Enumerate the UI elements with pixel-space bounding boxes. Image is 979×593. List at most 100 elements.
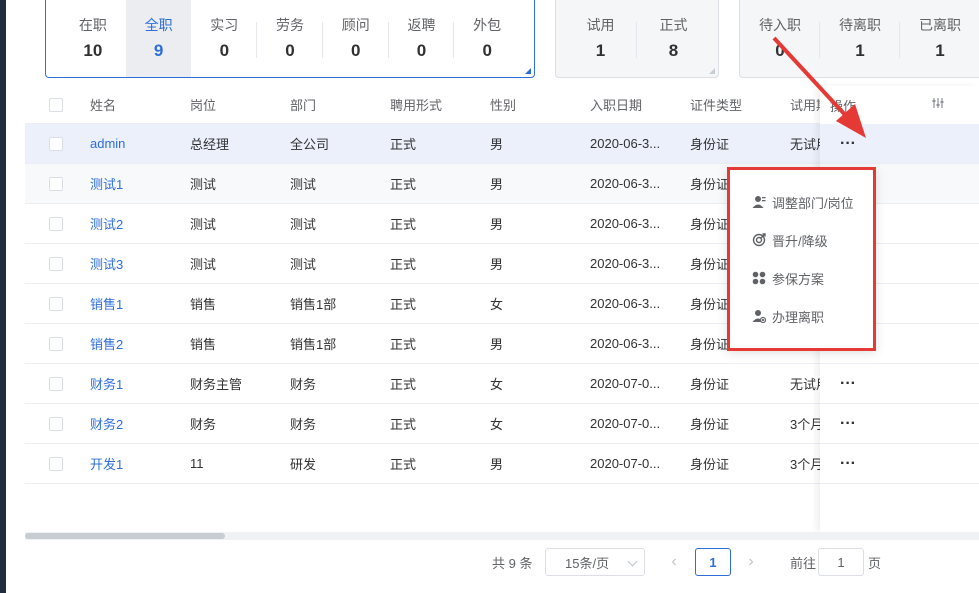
chevron-down-icon xyxy=(627,556,638,567)
stat-label: 全职 xyxy=(144,17,173,33)
page-number-button[interactable]: 1 xyxy=(695,548,731,576)
cell-join-date: 2020-06-3... xyxy=(590,216,661,231)
stat-label: 外包 xyxy=(473,17,502,33)
row-checkbox[interactable] xyxy=(49,136,63,151)
corner-marker-icon xyxy=(709,68,715,74)
menu-item-promote[interactable]: 晋升/降级 xyxy=(752,230,828,250)
scrollbar-thumb[interactable] xyxy=(25,533,225,539)
stat-value: 8 xyxy=(668,41,679,60)
header-employment[interactable]: 聘用形式 xyxy=(390,86,442,123)
row-checkbox[interactable] xyxy=(49,256,63,271)
cell-gender: 男 xyxy=(490,337,504,352)
more-actions-button[interactable]: ··· xyxy=(840,376,856,392)
stat-trial[interactable]: 试用 1 xyxy=(564,0,637,77)
header-name[interactable]: 姓名 xyxy=(90,86,116,123)
stat-value: 0 xyxy=(775,41,785,60)
cell-position: 测试 xyxy=(190,257,217,272)
insurance-plan-icon xyxy=(752,271,766,285)
cell-position: 总经理 xyxy=(190,137,230,152)
stat-full-time[interactable]: 全职 9 xyxy=(125,0,192,77)
header-join-date[interactable]: 入职日期 xyxy=(590,86,670,123)
cell-gender: 男 xyxy=(490,137,504,152)
header-position[interactable]: 岗位 xyxy=(190,86,216,123)
stat-rehired[interactable]: 返聘 0 xyxy=(389,0,455,77)
stat-intern[interactable]: 实习 0 xyxy=(191,0,258,77)
stat-value: 10 xyxy=(83,41,103,60)
cell-name[interactable]: 财务1 xyxy=(90,364,123,403)
stat-value: 1 xyxy=(595,41,606,60)
action-cell: ··· xyxy=(820,404,979,444)
stat-pending-leave[interactable]: 待离职 1 xyxy=(820,0,900,77)
row-checkbox[interactable] xyxy=(49,416,63,431)
more-actions-button[interactable]: ··· xyxy=(840,456,856,472)
row-checkbox[interactable] xyxy=(49,296,63,311)
prev-page-button[interactable]: ‹ xyxy=(660,548,688,576)
cell-employment: 正式 xyxy=(390,417,417,432)
cell-name[interactable]: 销售2 xyxy=(90,324,123,363)
action-cell: ··· xyxy=(820,124,979,164)
header-department[interactable]: 部门 xyxy=(290,86,316,123)
cell-name[interactable]: 财务2 xyxy=(90,404,123,443)
cell-name[interactable]: 测试3 xyxy=(90,244,123,283)
menu-item-adjust-department[interactable]: 调整部门/岗位 xyxy=(752,192,854,212)
row-checkbox[interactable] xyxy=(49,336,63,351)
row-checkbox[interactable] xyxy=(49,456,63,471)
cell-join-date: 2020-06-3... xyxy=(590,256,661,271)
row-checkbox[interactable] xyxy=(49,376,63,391)
cell-id-type: 身份证 xyxy=(690,217,730,232)
header-gender[interactable]: 性别 xyxy=(490,86,516,123)
stat-value: 0 xyxy=(285,41,295,60)
probation-status-filter: 试用 1 正式 8 xyxy=(555,0,719,78)
page-size-select[interactable]: 15条/页 xyxy=(545,548,645,576)
corner-marker-icon xyxy=(525,68,531,74)
cell-id-type: 身份证 xyxy=(690,257,730,272)
cell-position: 销售 xyxy=(190,337,217,352)
goto-page-input[interactable] xyxy=(818,548,864,576)
stat-label: 待离职 xyxy=(839,17,881,33)
stat-label: 实习 xyxy=(210,17,239,33)
stat-labor[interactable]: 劳务 0 xyxy=(257,0,323,77)
cell-position: 测试 xyxy=(190,177,217,192)
cell-name[interactable]: 销售1 xyxy=(90,284,123,323)
cell-department: 销售1部 xyxy=(290,337,337,352)
stat-label: 试用 xyxy=(586,17,615,33)
stat-label: 正式 xyxy=(659,17,688,33)
more-actions-button[interactable]: ··· xyxy=(840,416,856,432)
cell-name[interactable]: 测试2 xyxy=(90,204,123,243)
stat-formal[interactable]: 正式 8 xyxy=(637,0,710,77)
cell-position: 测试 xyxy=(190,217,217,232)
menu-item-resign[interactable]: 办理离职 xyxy=(752,306,824,326)
more-actions-button[interactable]: ··· xyxy=(840,136,856,152)
next-page-button[interactable]: › xyxy=(737,548,765,576)
cell-department: 全公司 xyxy=(290,137,330,152)
header-id-type[interactable]: 证件类型 xyxy=(690,86,742,123)
row-checkbox[interactable] xyxy=(49,176,63,191)
row-checkbox[interactable] xyxy=(49,216,63,231)
cell-join-date: 2020-06-3... xyxy=(590,336,661,351)
menu-item-label: 参保方案 xyxy=(772,271,825,287)
menu-item-label: 晋升/降级 xyxy=(772,233,828,249)
stat-left[interactable]: 已离职 1 xyxy=(900,0,979,77)
stat-outsourced[interactable]: 外包 0 xyxy=(454,0,520,77)
cell-employment: 正式 xyxy=(390,137,417,152)
row-actions-dropdown: 调整部门/岗位 晋升/降级 参保方案 办理离职 xyxy=(727,167,876,351)
stat-value: 0 xyxy=(416,41,427,60)
cell-employment: 正式 xyxy=(390,297,417,312)
menu-item-insurance-plan[interactable]: 参保方案 xyxy=(752,268,824,288)
cell-employment: 正式 xyxy=(390,337,417,352)
stat-pending-join[interactable]: 待入职 0 xyxy=(740,0,820,77)
cell-gender: 男 xyxy=(490,457,504,472)
stat-consultant[interactable]: 顾问 0 xyxy=(323,0,389,77)
horizontal-scrollbar[interactable] xyxy=(25,532,979,540)
stat-label: 在职 xyxy=(78,17,107,33)
column-settings-icon[interactable] xyxy=(932,97,944,109)
cell-name[interactable]: 测试1 xyxy=(90,164,123,203)
goto-label: 前往 xyxy=(790,555,817,571)
stat-value: 0 xyxy=(482,41,492,60)
select-all-checkbox[interactable] xyxy=(49,97,63,112)
cell-department: 测试 xyxy=(290,177,317,192)
cell-join-date: 2020-06-3... xyxy=(590,296,661,311)
cell-name[interactable]: admin xyxy=(90,124,125,163)
cell-name[interactable]: 开发1 xyxy=(90,444,123,483)
stat-in-service[interactable]: 在职 10 xyxy=(60,0,126,77)
